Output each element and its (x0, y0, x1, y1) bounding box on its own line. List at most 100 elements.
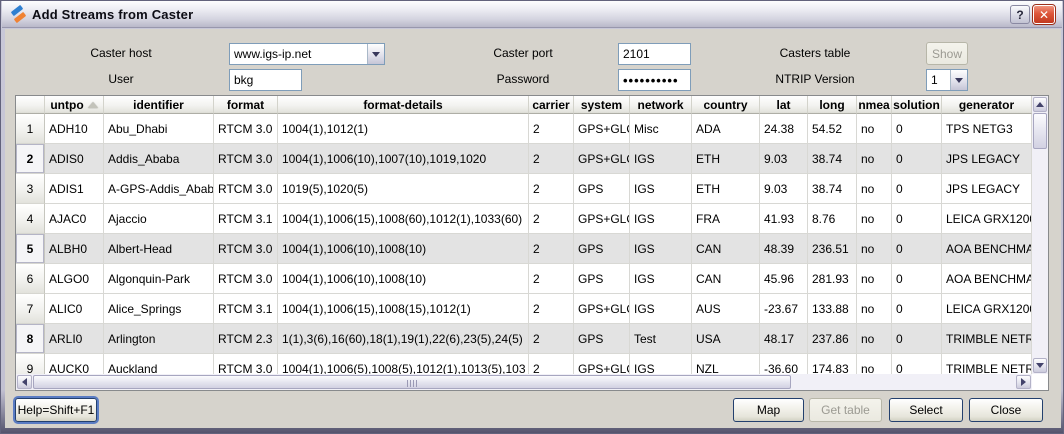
table-cell[interactable]: 1004(1),1006(10),1007(10),1019,1020 (278, 144, 529, 174)
table-cell[interactable]: A-GPS-Addis_Ababa (104, 174, 214, 204)
scroll-left-button[interactable] (17, 375, 32, 389)
table-cell[interactable]: Addis_Ababa (104, 144, 214, 174)
table-cell[interactable]: ADH10 (45, 114, 104, 144)
table-cell[interactable]: RTCM 3.0 (214, 174, 278, 204)
table-cell[interactable]: IGS (630, 174, 692, 204)
vertical-scroll-thumb[interactable] (1033, 113, 1047, 149)
table-cell[interactable]: ALBH0 (45, 234, 104, 264)
table-cell[interactable]: RTCM 3.1 (214, 204, 278, 234)
table-cell[interactable]: RTCM 3.0 (214, 234, 278, 264)
table-cell[interactable]: AUS (692, 294, 760, 324)
chevron-down-icon[interactable] (367, 44, 384, 64)
table-cell[interactable]: 236.51 (808, 234, 857, 264)
table-cell[interactable]: GPS+GLO (574, 114, 630, 144)
table-cell[interactable]: 9.03 (760, 174, 808, 204)
table-cell[interactable]: Ajaccio (104, 204, 214, 234)
table-cell[interactable]: -23.67 (760, 294, 808, 324)
table-cell[interactable]: Alice_Springs (104, 294, 214, 324)
get-table-button[interactable]: Get table (809, 398, 882, 422)
table-cell[interactable]: 1004(1),1006(5),1008(5),1012(1),1013(5),… (278, 354, 529, 374)
table-cell[interactable]: 0 (892, 294, 942, 324)
table-cell[interactable]: IGS (630, 294, 692, 324)
row-number-header[interactable]: 5 (16, 234, 45, 264)
table-cell[interactable]: GPS (574, 234, 630, 264)
table-cell[interactable]: 1004(1),1006(15),1008(15),1012(1) (278, 294, 529, 324)
table-cell[interactable]: 0 (892, 204, 942, 234)
table-cell[interactable]: 1004(1),1006(15),1008(60),1012(1),1033(6… (278, 204, 529, 234)
chevron-down-icon[interactable] (950, 70, 967, 90)
table-cell[interactable]: 133.88 (808, 294, 857, 324)
table-cell[interactable]: 0 (892, 354, 942, 374)
table-cell[interactable]: ADA (692, 114, 760, 144)
table-cell[interactable]: 1004(1),1012(1) (278, 114, 529, 144)
table-cell[interactable]: TPS NETG3 (942, 114, 1032, 144)
show-casters-table-button[interactable]: Show (926, 42, 968, 65)
user-input[interactable]: bkg (229, 69, 302, 91)
table-cell[interactable]: RTCM 3.1 (214, 294, 278, 324)
close-button[interactable]: Close (969, 398, 1043, 422)
table-cell[interactable]: 0 (892, 144, 942, 174)
table-cell[interactable]: 48.17 (760, 324, 808, 354)
column-header-nmea[interactable]: nmea (857, 96, 892, 114)
table-cell[interactable]: no (857, 144, 892, 174)
help-button[interactable]: Help=Shift+F1 (15, 398, 97, 422)
row-number-header[interactable]: 6 (16, 264, 45, 294)
horizontal-scrollbar[interactable] (16, 374, 1032, 390)
table-row[interactable]: 7ALIC0Alice_SpringsRTCM 3.11004(1),1006(… (16, 294, 1032, 324)
table-cell[interactable]: GPS (574, 264, 630, 294)
scroll-down-button[interactable] (1033, 358, 1047, 373)
column-header-untpo[interactable]: untpo (45, 96, 104, 114)
table-cell[interactable]: 0 (892, 234, 942, 264)
table-cell[interactable]: GPS+GLO (574, 204, 630, 234)
row-number-header[interactable]: 4 (16, 204, 45, 234)
caster-host-combobox[interactable]: www.igs-ip.net (229, 43, 385, 65)
table-cell[interactable]: GPS (574, 174, 630, 204)
table-cell[interactable]: GPS+GLO (574, 354, 630, 374)
table-cell[interactable]: RTCM 2.3 (214, 324, 278, 354)
table-cell[interactable]: 1(1),3(6),16(60),18(1),19(1),22(6),23(5)… (278, 324, 529, 354)
column-header-generator[interactable]: generator (942, 96, 1032, 114)
table-cell[interactable]: 0 (892, 174, 942, 204)
table-cell[interactable]: 0 (892, 114, 942, 144)
table-row[interactable]: 8ARLI0ArlingtonRTCM 2.31(1),3(6),16(60),… (16, 324, 1032, 354)
table-cell[interactable]: LEICA GRX1200GG (942, 204, 1032, 234)
column-header-long[interactable]: long (808, 96, 857, 114)
table-row[interactable]: 4AJAC0AjaccioRTCM 3.11004(1),1006(15),10… (16, 204, 1032, 234)
table-row[interactable]: 1ADH10Abu_DhabiRTCM 3.01004(1),1012(1)2G… (16, 114, 1032, 144)
table-row[interactable]: 9AUCK0AucklandRTCM 3.01004(1),1006(5),10… (16, 354, 1032, 374)
scroll-up-button[interactable] (1033, 97, 1047, 112)
table-cell[interactable]: 38.74 (808, 144, 857, 174)
table-cell[interactable]: IGS (630, 264, 692, 294)
table-cell[interactable]: RTCM 3.0 (214, 354, 278, 374)
table-cell[interactable]: Albert-Head (104, 234, 214, 264)
row-number-header[interactable]: 2 (16, 144, 45, 174)
caster-port-input[interactable]: 2101 (618, 43, 691, 65)
table-cell[interactable]: Misc (630, 114, 692, 144)
table-cell[interactable]: ADIS1 (45, 174, 104, 204)
table-cell[interactable]: 2 (529, 174, 574, 204)
table-cell[interactable]: CAN (692, 234, 760, 264)
table-cell[interactable]: no (857, 264, 892, 294)
table-cell[interactable]: 2 (529, 204, 574, 234)
map-button[interactable]: Map (733, 398, 804, 422)
table-cell[interactable]: no (857, 114, 892, 144)
row-header-corner[interactable] (16, 96, 45, 114)
column-header-lat[interactable]: lat (760, 96, 808, 114)
table-cell[interactable]: no (857, 324, 892, 354)
table-cell[interactable]: IGS (630, 204, 692, 234)
table-cell[interactable]: 8.76 (808, 204, 857, 234)
select-button[interactable]: Select (889, 398, 963, 422)
table-cell[interactable]: JPS LEGACY (942, 144, 1032, 174)
table-cell[interactable]: Test (630, 324, 692, 354)
table-cell[interactable]: FRA (692, 204, 760, 234)
table-cell[interactable]: ADIS0 (45, 144, 104, 174)
table-cell[interactable]: 24.38 (760, 114, 808, 144)
column-header-country[interactable]: country (692, 96, 760, 114)
close-window-button[interactable]: ✕ (1033, 5, 1055, 24)
row-number-header[interactable]: 9 (16, 354, 45, 374)
table-cell[interactable]: 2 (529, 354, 574, 374)
table-cell[interactable]: 54.52 (808, 114, 857, 144)
table-cell[interactable]: 1019(5),1020(5) (278, 174, 529, 204)
table-cell[interactable]: 0 (892, 264, 942, 294)
table-cell[interactable]: NZL (692, 354, 760, 374)
